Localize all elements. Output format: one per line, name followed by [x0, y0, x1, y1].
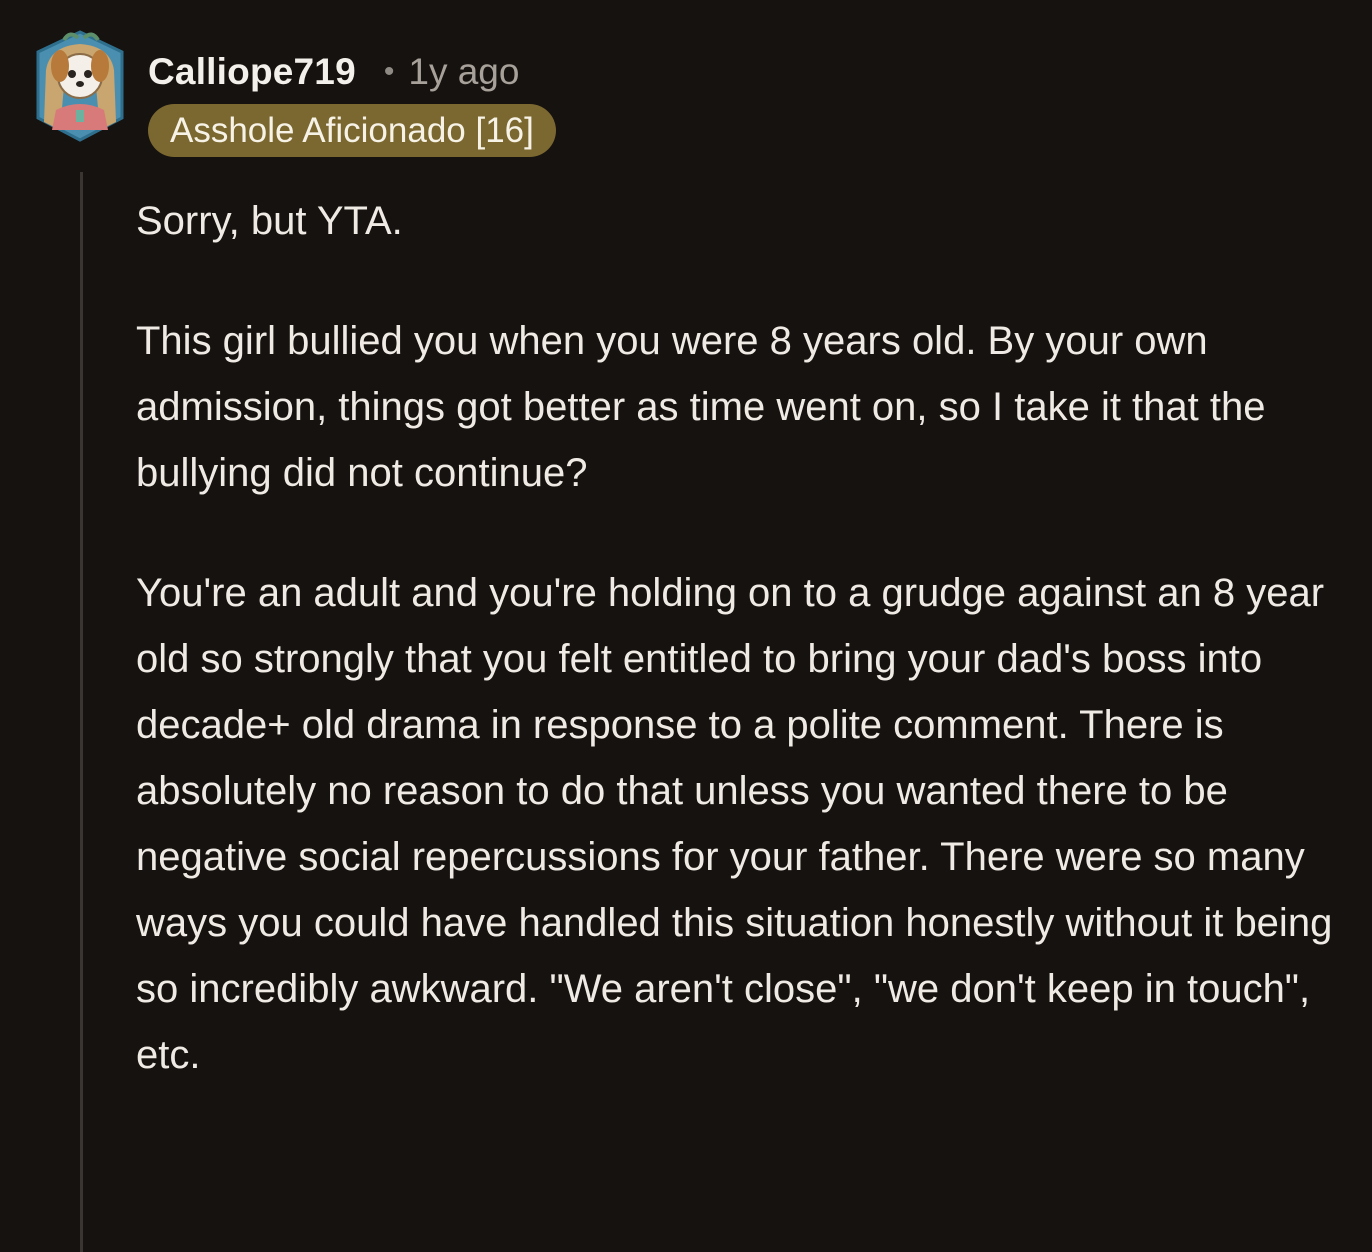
comment-header: Calliope719 • 1y ago	[148, 46, 519, 98]
meta-separator: •	[383, 55, 395, 88]
avatar-icon	[36, 30, 124, 142]
thread-line[interactable]	[80, 172, 83, 1252]
username-link[interactable]: Calliope719	[148, 51, 356, 93]
user-flair-badge: Asshole Aficionado [16]	[148, 104, 556, 157]
comment-paragraph: You're an adult and you're holding on to…	[136, 571, 1333, 1077]
user-avatar[interactable]	[30, 26, 130, 146]
comment-timestamp[interactable]: 1y ago	[408, 51, 519, 93]
comment-paragraph: Sorry, but YTA.	[136, 199, 403, 243]
comment-paragraph: This girl bullied you when you were 8 ye…	[136, 319, 1266, 495]
comment: Calliope719 • 1y ago Asshole Aficionado …	[0, 0, 1372, 1252]
comment-body: Sorry, but YTA. This girl bullied you wh…	[136, 188, 1346, 1088]
